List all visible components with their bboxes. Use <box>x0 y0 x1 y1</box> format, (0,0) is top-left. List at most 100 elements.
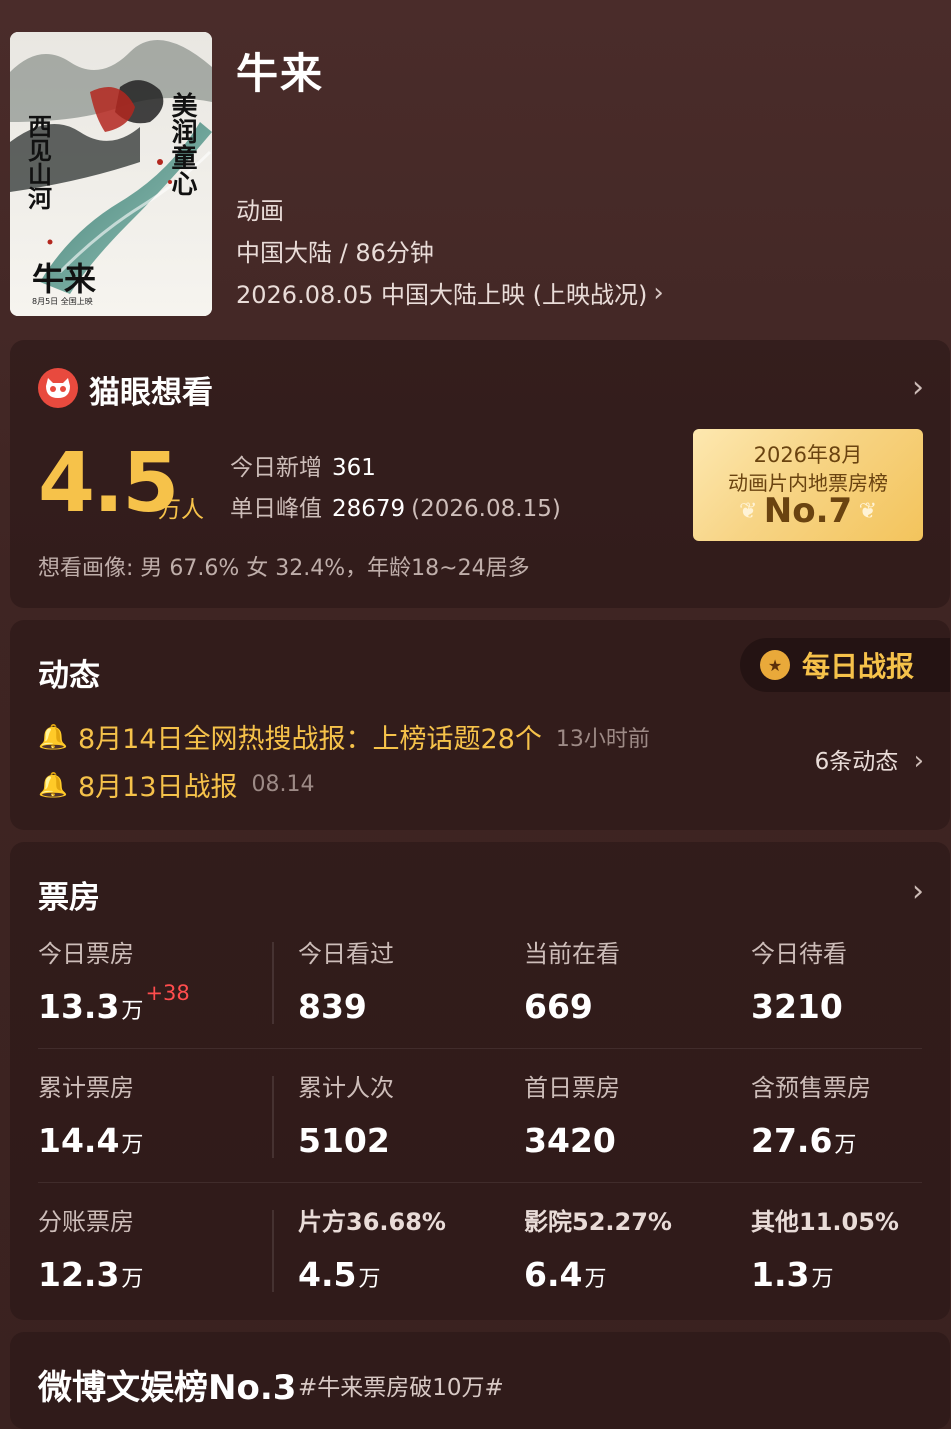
news-card: 动态 ★ 每日战报 🔔 8月14日全网热搜战报：上榜话题28个 13小时前 🔔 … <box>10 620 950 830</box>
want-peak-stat: 单日峰值 28679 (2026.08.15) <box>230 489 561 523</box>
row-divider <box>38 1048 922 1049</box>
news-item-time: 13小时前 <box>555 726 650 752</box>
stat-value: 5102 <box>298 1121 390 1160</box>
weibo-ranking-title: 微博文娱榜No.3 <box>38 1368 297 1408</box>
stat-unit: 万 <box>834 1133 857 1158</box>
stat-unit: 万 <box>121 999 144 1024</box>
poster-art: 西见山河 美润童心 牛来 8月5日 全国上映 <box>10 32 212 316</box>
stat-cell-producer-share: 片方36.68% 4.5万 <box>298 1202 446 1294</box>
stat-unit: 万 <box>811 1267 834 1292</box>
box-office-row: 分账票房 12.3万 片方36.68% 4.5万 影院52.27% 6.4万 其… <box>10 1192 950 1326</box>
stat-label: 今日看过 <box>298 940 394 968</box>
daily-report-label: 每日战报 <box>802 650 915 683</box>
news-item-time: 08.14 <box>251 772 315 797</box>
stat-label: 其他11.05% <box>751 1208 899 1236</box>
stat-label: 含预售票房 <box>751 1074 871 1102</box>
stat-unit: 万 <box>121 1133 144 1158</box>
laurel-right-icon: ❦ <box>858 499 877 524</box>
box-office-row: 累计票房 14.4万 累计人次 5102 首日票房 3420 含预售票房 27.… <box>10 1058 950 1192</box>
stat-cell-first-day: 首日票房 3420 <box>524 1068 620 1160</box>
news-count-label: 6条动态 <box>814 749 899 775</box>
stat-value: 669 <box>524 987 593 1026</box>
stat-value: 13.3 <box>38 987 120 1026</box>
rank-period: 2026年8月 <box>753 443 863 467</box>
stat-value: 3420 <box>524 1121 616 1160</box>
want-peak-date: (2026.08.15) <box>411 496 561 522</box>
movie-release-link[interactable]: 2026.08.05 中国大陆上映 (上映战况) › <box>236 275 664 310</box>
column-divider <box>272 1076 274 1158</box>
chevron-right-icon: › <box>653 277 664 308</box>
stat-cell-to-watch: 今日待看 3210 <box>751 934 847 1026</box>
want-today-stat: 今日新增 361 <box>230 448 376 482</box>
want-today-label: 今日新增 <box>230 455 322 481</box>
want-count-unit: 万人 <box>158 497 204 523</box>
stat-label: 首日票房 <box>524 1074 620 1102</box>
want-peak-label: 单日峰值 <box>230 496 322 522</box>
bell-icon: 🔔 <box>38 770 68 799</box>
stat-value: 1.3 <box>751 1255 810 1294</box>
stat-cell-split-box[interactable]: 分账票房 12.3万 <box>38 1202 143 1294</box>
rank-badge[interactable]: 2026年8月 动画片内地票房榜 ❦ No.7 ❦ <box>693 429 923 541</box>
stat-cell-total-box[interactable]: 累计票房 14.4万 <box>38 1068 143 1160</box>
column-divider <box>272 942 274 1024</box>
stat-cell-today-watched: 今日看过 839 <box>298 934 394 1026</box>
stat-value: 6.4 <box>524 1255 583 1294</box>
want-today-value: 361 <box>332 455 376 481</box>
daily-report-button[interactable]: ★ 每日战报 <box>740 638 950 692</box>
want-peak-value: 28679 <box>332 496 406 522</box>
movie-genre: 动画 <box>236 197 284 225</box>
rank-number: No.7 <box>763 491 853 531</box>
movie-region-duration: 中国大陆 / 86分钟 <box>236 239 434 267</box>
stat-label: 今日待看 <box>751 940 847 968</box>
stat-value: 4.5 <box>298 1255 357 1294</box>
movie-header: 西见山河 美润童心 牛来 8月5日 全国上映 牛来 动画 中国大陆 / 86分钟… <box>0 0 951 330</box>
news-count-link[interactable]: 6条动态 › <box>815 742 924 776</box>
chevron-right-icon: › <box>913 746 924 776</box>
weibo-ranking-card[interactable]: 微博文娱榜No.3 #牛来票房破10万# <box>10 1332 950 1429</box>
stat-cell-today-box[interactable]: 今日票房 13.3万+38 <box>38 934 190 1026</box>
news-item-text: 8月13日战报 <box>78 772 238 803</box>
stat-cell-watching-now: 当前在看 669 <box>524 934 620 1026</box>
stat-value: 14.4 <box>38 1121 120 1160</box>
poster-left-text: 西见山河 <box>24 114 53 210</box>
stat-label: 今日票房 <box>38 940 134 968</box>
maoyan-cat-icon <box>38 368 78 408</box>
poster-right-text: 美润童心 <box>167 91 197 196</box>
audience-portrait: 想看画像: 男 67.6% 女 32.4%，年龄18~24居多 <box>38 556 530 581</box>
stat-cell-other-share: 其他11.05% 1.3万 <box>751 1202 899 1294</box>
stat-label: 片方36.68% <box>298 1208 446 1236</box>
stat-value: 12.3 <box>38 1255 120 1294</box>
want-count-value: 4.5 <box>38 436 179 531</box>
row-divider <box>38 1182 922 1183</box>
news-item[interactable]: 🔔 8月14日全网热搜战报：上榜话题28个 13小时前 <box>38 717 650 756</box>
stat-cell-total-admissions: 累计人次 5102 <box>298 1068 394 1160</box>
stat-unit: 万 <box>121 1267 144 1292</box>
news-title: 动态 <box>38 658 100 694</box>
box-office-card: 票房 › 今日票房 13.3万+38 今日看过 839 当前在看 669 今日待… <box>10 842 950 1320</box>
bell-icon: 🔔 <box>38 722 68 751</box>
stat-unit: 万 <box>358 1267 381 1292</box>
news-item[interactable]: 🔔 8月13日战报 08.14 <box>38 765 315 804</box>
weibo-hashtag[interactable]: #牛来票房破10万# <box>298 1368 504 1402</box>
stat-label: 分账票房 <box>38 1208 134 1236</box>
stat-unit: 万 <box>584 1267 607 1292</box>
stat-cell-presale: 含预售票房 27.6万 <box>751 1068 871 1160</box>
stat-cell-cinema-share: 影院52.27% 6.4万 <box>524 1202 672 1294</box>
stat-value: 27.6 <box>751 1121 833 1160</box>
box-office-row: 今日票房 13.3万+38 今日看过 839 当前在看 669 今日待看 321… <box>10 924 950 1058</box>
stat-value: 3210 <box>751 987 843 1026</box>
stat-value: 839 <box>298 987 367 1026</box>
poster-date: 8月5日 全国上映 <box>32 296 93 306</box>
poster-title-mark: 牛来 <box>32 260 96 298</box>
stat-label: 当前在看 <box>524 940 620 968</box>
movie-poster[interactable]: 西见山河 美润童心 牛来 8月5日 全国上映 <box>10 32 212 316</box>
stat-label: 影院52.27% <box>524 1208 672 1236</box>
chevron-right-icon[interactable]: › <box>912 370 924 405</box>
box-office-title: 票房 <box>38 880 100 916</box>
want-to-see-card[interactable]: 猫眼想看 › 4.5 万人 今日新增 361 单日峰值 28679 (2026.08.… <box>10 340 950 608</box>
column-divider <box>272 1210 274 1292</box>
chevron-right-icon[interactable]: › <box>912 874 924 909</box>
stat-increase: +38 <box>145 981 190 1005</box>
medal-icon: ★ <box>760 650 790 680</box>
news-item-text: 8月14日全网热搜战报：上榜话题28个 <box>78 724 542 755</box>
